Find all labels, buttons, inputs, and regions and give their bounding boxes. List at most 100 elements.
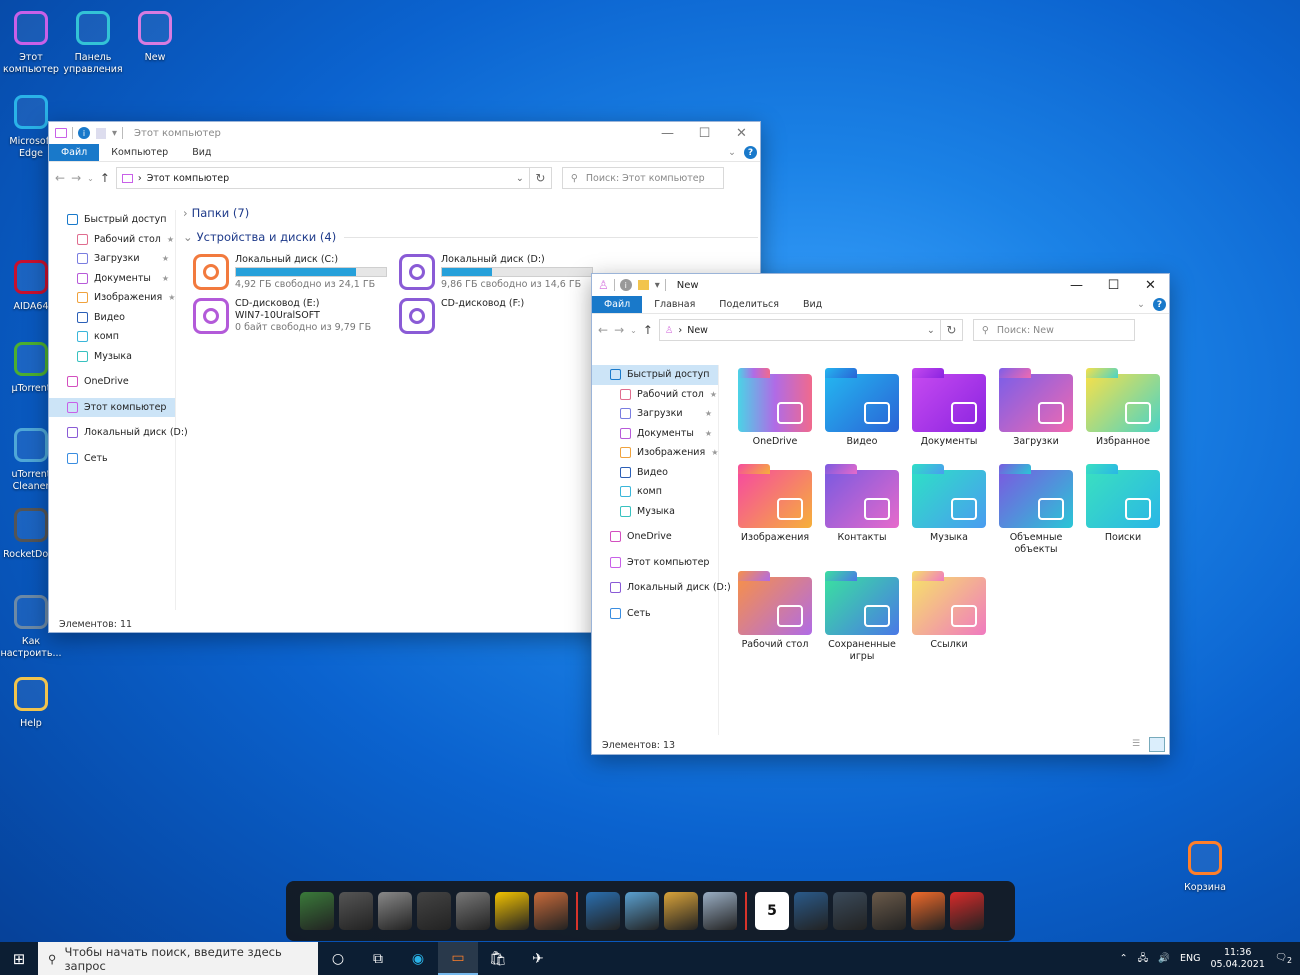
details-view-button[interactable]: ☰ — [1132, 739, 1146, 751]
desktop-icon-control-panel[interactable]: Панель управления — [62, 6, 124, 76]
dock-app-icon[interactable] — [300, 892, 334, 930]
back-icon[interactable]: ← — [598, 323, 608, 337]
folder-item[interactable]: Сохраненные игры — [819, 571, 905, 663]
folder-item[interactable]: Видео — [819, 368, 905, 448]
cortana-icon[interactable]: ○ — [318, 942, 358, 975]
dock-app-icon[interactable] — [456, 892, 490, 930]
refresh-button[interactable]: ↻ — [940, 319, 963, 341]
pin-icon[interactable]: ★ — [162, 254, 175, 263]
recent-icon[interactable]: ⌄ — [630, 326, 637, 335]
refresh-button[interactable]: ↻ — [529, 167, 552, 189]
chevron-down-icon[interactable]: ⌄ — [516, 173, 524, 184]
drive-item[interactable]: CD-дисковод (E:) WIN7-10UralSOFT 0 байт св… — [193, 298, 371, 334]
folder-item[interactable]: Рабочий стол — [732, 571, 818, 651]
nav-item[interactable]: Локальный диск (D:) — [592, 578, 731, 598]
dock-app-icon[interactable] — [625, 892, 659, 930]
desktop-icon-recycle-bin[interactable]: Корзина — [1174, 836, 1236, 894]
pin-icon[interactable]: ★ — [167, 235, 180, 244]
new-folder-icon[interactable] — [637, 280, 649, 290]
calendar-icon[interactable]: 5 — [755, 892, 789, 930]
file-explorer-icon[interactable]: ▭ — [438, 942, 478, 975]
pin-icon[interactable]: ★ — [710, 390, 723, 399]
forward-icon[interactable]: → — [614, 323, 624, 337]
nav-item[interactable]: Изображения ★ — [592, 443, 718, 463]
network-icon[interactable]: 🖧 — [1138, 951, 1149, 967]
dock-app-icon[interactable] — [378, 892, 412, 930]
chevron-down-icon[interactable]: ⌄ — [927, 325, 935, 336]
folder-item[interactable]: OneDrive — [732, 368, 818, 448]
nav-item[interactable]: Сеть — [592, 604, 718, 624]
pin-icon[interactable]: ★ — [705, 409, 718, 418]
search-input[interactable]: ⚲ Поиск: New — [972, 319, 1135, 341]
dock-app-icon[interactable] — [664, 892, 698, 930]
title-bar[interactable]: i ▾ Этот компьютер — ☐ ✕ — [49, 122, 760, 144]
folder-item[interactable]: Контакты — [819, 464, 905, 544]
folder-item[interactable]: Избранное — [1080, 368, 1166, 448]
folder-item[interactable]: Загрузки — [993, 368, 1079, 448]
nav-item[interactable]: Изображения ★ — [49, 288, 175, 308]
nav-item[interactable]: Быстрый доступ — [592, 365, 718, 385]
pin-icon[interactable]: ★ — [705, 429, 718, 438]
nav-item[interactable]: Сеть — [49, 449, 175, 469]
properties-icon[interactable]: i — [78, 127, 90, 139]
clock[interactable]: 11:36 05.04.2021 — [1211, 947, 1265, 971]
nav-item[interactable]: Музыка — [49, 347, 175, 367]
dock-app-icon[interactable] — [872, 892, 906, 930]
dock-app-icon[interactable] — [339, 892, 373, 930]
folder-item[interactable]: Изображения — [732, 464, 818, 544]
folder-item[interactable]: Ссылки — [906, 571, 992, 651]
volume-icon[interactable]: 🔊 — [1158, 953, 1170, 964]
task-view-icon[interactable]: ⧉ — [358, 942, 398, 975]
customize-qat-icon[interactable]: ▾ — [655, 280, 660, 291]
dock-app-icon[interactable] — [950, 892, 984, 930]
recent-icon[interactable]: ⌄ — [87, 174, 94, 183]
up-icon[interactable]: ↑ — [100, 171, 110, 185]
search-input[interactable]: ⚲ Поиск: Этот компьютер — [561, 167, 724, 189]
notifications-icon[interactable]: 🗨2 — [1275, 952, 1292, 965]
nav-item[interactable]: Документы ★ — [592, 424, 718, 444]
folder-item[interactable]: Объемные объекты — [993, 464, 1079, 556]
taskbar-search[interactable]: ⚲ Чтобы начать поиск, введите здесь запро… — [38, 942, 318, 975]
nav-item[interactable]: Документы ★ — [49, 269, 175, 289]
expand-ribbon-icon[interactable]: ⌄ — [1137, 299, 1145, 310]
folder-item[interactable]: Документы — [906, 368, 992, 448]
dock-app-icon[interactable] — [911, 892, 945, 930]
start-button[interactable]: ⊞ — [0, 942, 38, 975]
nav-item[interactable]: Видео — [592, 463, 718, 483]
devices-group-header[interactable]: ⌄ Устройства и диски (4) — [183, 230, 758, 244]
tab-share[interactable]: Поделиться — [707, 296, 791, 313]
help-icon[interactable]: ? — [744, 146, 757, 159]
nav-item[interactable]: Рабочий стол ★ — [592, 385, 718, 405]
nav-item[interactable]: комп — [592, 482, 718, 502]
tab-view[interactable]: Вид — [180, 144, 223, 161]
tab-file[interactable]: Файл — [49, 144, 100, 161]
pin-icon[interactable]: ★ — [711, 448, 724, 457]
address-bar[interactable]: › Этот компьютер ⌄ — [115, 167, 530, 189]
dock-app-icon[interactable] — [534, 892, 568, 930]
drive-item[interactable]: CD-дисковод (F:) — [399, 298, 524, 334]
close-button[interactable]: ✕ — [1132, 278, 1169, 293]
nav-item[interactable]: Локальный диск (D:) — [49, 423, 188, 443]
nav-item[interactable]: Музыка — [592, 502, 718, 522]
large-icons-view-button[interactable] — [1149, 737, 1165, 752]
store-icon[interactable]: 🛍 — [478, 942, 518, 975]
back-icon[interactable]: ← — [55, 171, 65, 185]
nav-item[interactable]: Рабочий стол ★ — [49, 230, 175, 250]
up-icon[interactable]: ↑ — [643, 323, 653, 337]
help-icon[interactable]: ? — [1153, 298, 1166, 311]
tab-file[interactable]: Файл — [592, 296, 643, 313]
dock-app-icon[interactable] — [586, 892, 620, 930]
close-button[interactable]: ✕ — [723, 126, 760, 141]
tab-view[interactable]: Вид — [791, 296, 834, 313]
drive-item[interactable]: Локальный диск (C:) 4,92 ГБ свободно из 2… — [193, 254, 387, 291]
folder-item[interactable]: Музыка — [906, 464, 992, 544]
nav-item[interactable]: Этот компьютер — [49, 397, 175, 417]
desktop-icon-new-folder[interactable]: New — [124, 6, 186, 64]
desktop-icon-this-pc[interactable]: Этот компьютер — [0, 6, 62, 76]
properties-icon[interactable]: i — [619, 279, 632, 291]
nav-item[interactable]: OneDrive — [592, 527, 718, 547]
chevron-up-icon[interactable]: ⌃ — [1120, 953, 1128, 964]
forward-icon[interactable]: → — [71, 171, 81, 185]
dock-app-icon[interactable] — [703, 892, 737, 930]
maximize-button[interactable]: ☐ — [686, 126, 723, 141]
